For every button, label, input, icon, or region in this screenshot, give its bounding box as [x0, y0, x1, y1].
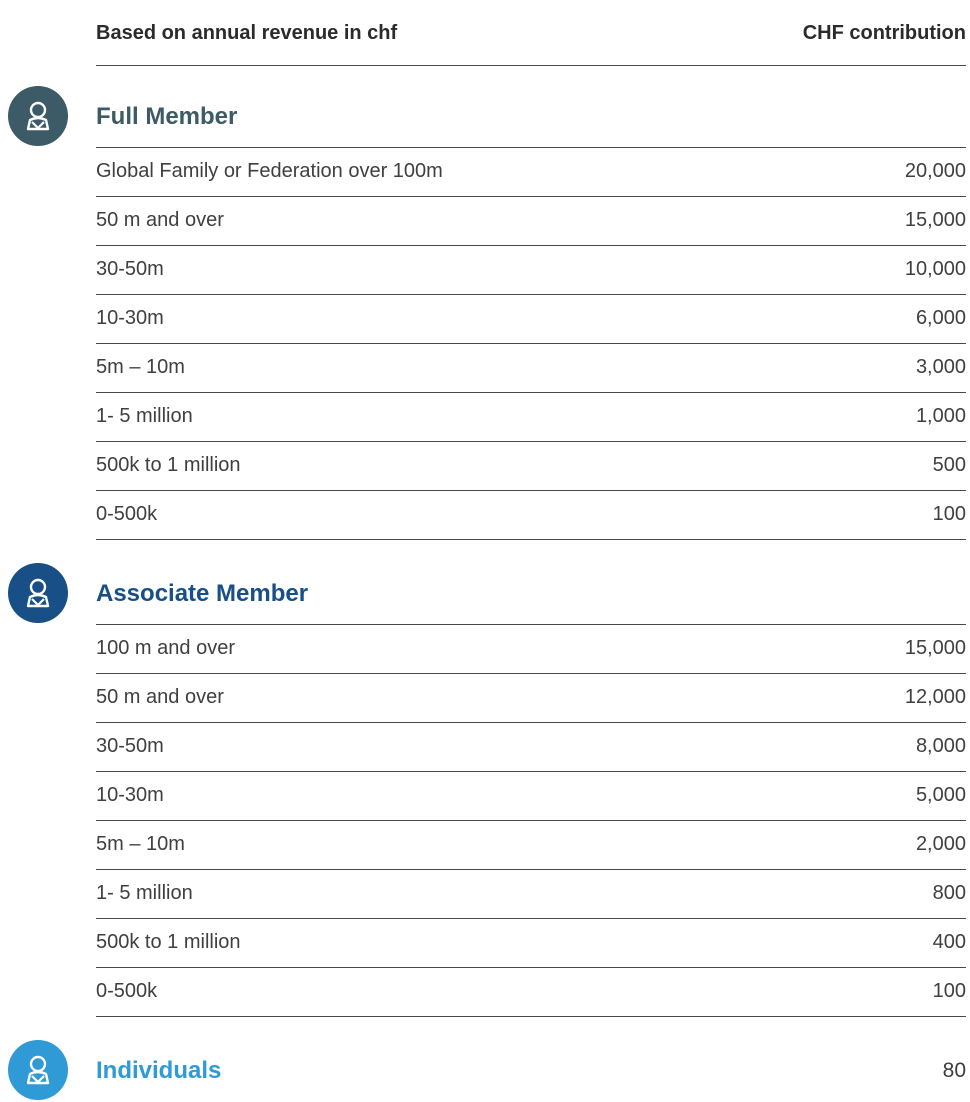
user-icon: [8, 86, 68, 146]
revenue-band: 10-30m: [96, 784, 164, 806]
individuals-section: Individuals 80: [0, 1040, 970, 1102]
contribution-amount: 15,000: [904, 209, 966, 231]
revenue-band: 500k to 1 million: [96, 931, 241, 953]
table-row: 0-500k 100: [96, 491, 966, 540]
table-row: 5m – 10m 3,000: [96, 344, 966, 393]
section-title: Individuals: [96, 1057, 222, 1084]
revenue-band: 0-500k: [96, 503, 158, 525]
table-row: 100 m and over 15,000: [96, 625, 966, 674]
table-row: 10-30m 6,000: [96, 295, 966, 344]
section-header: Associate Member: [0, 563, 970, 625]
revenue-band: 30-50m: [96, 258, 164, 280]
contribution-amount: 100: [932, 503, 966, 525]
revenue-column-header: Based on annual revenue in chf: [96, 22, 398, 44]
full-member-section: Full Member Global Family or Federation …: [0, 86, 970, 540]
associate-member-section: Associate Member 100 m and over 15,000 50 …: [0, 563, 970, 1017]
table-row: 50 m and over 15,000: [96, 197, 966, 246]
table-row: Global Family or Federation over 100m 20,…: [96, 148, 966, 197]
revenue-band: 5m – 10m: [96, 833, 185, 855]
table-row: 1- 5 million 1,000: [96, 393, 966, 442]
section-title: Associate Member: [96, 580, 309, 607]
contribution-amount: 10,000: [904, 258, 966, 280]
contribution-amount: 12,000: [904, 686, 966, 708]
contribution-amount: 400: [932, 931, 966, 953]
contribution-amount: 1,000: [915, 405, 966, 427]
revenue-band: 1- 5 million: [96, 405, 193, 427]
user-icon: [8, 563, 68, 623]
revenue-band: 30-50m: [96, 735, 164, 757]
table-row: 5m – 10m 2,000: [96, 821, 966, 870]
contribution-amount: 100: [932, 980, 966, 1002]
table-row: 0-500k 100: [96, 968, 966, 1017]
contribution-amount: 8,000: [915, 735, 966, 757]
contribution-amount: 2,000: [915, 833, 966, 855]
revenue-band: 100 m and over: [96, 637, 235, 659]
user-icon: [8, 1040, 68, 1100]
associate-member-rows: 100 m and over 15,000 50 m and over 12,000 3…: [96, 624, 966, 1017]
individuals-contribution: 80: [942, 1059, 966, 1082]
contribution-column-header: CHF contribution: [802, 22, 966, 44]
table-row: 1- 5 million 800: [96, 870, 966, 919]
revenue-band: 5m – 10m: [96, 356, 185, 378]
revenue-band: Global Family or Federation over 100m: [96, 160, 443, 182]
revenue-band: 50 m and over: [96, 686, 224, 708]
contribution-amount: 800: [932, 882, 966, 904]
contribution-amount: 6,000: [915, 307, 966, 329]
section-header: Individuals 80: [0, 1040, 970, 1102]
contribution-amount: 5,000: [915, 784, 966, 806]
table-row: 30-50m 10,000: [96, 246, 966, 295]
revenue-band: 50 m and over: [96, 209, 224, 231]
revenue-band: 0-500k: [96, 980, 158, 1002]
contribution-amount: 3,000: [915, 356, 966, 378]
full-member-rows: Global Family or Federation over 100m 20,…: [96, 147, 966, 540]
revenue-band: 1- 5 million: [96, 882, 193, 904]
table-header: Based on annual revenue in chf CHF contr…: [96, 0, 966, 66]
section-title: Full Member: [96, 103, 238, 130]
revenue-band: 500k to 1 million: [96, 454, 241, 476]
revenue-band: 10-30m: [96, 307, 164, 329]
table-row: 10-30m 5,000: [96, 772, 966, 821]
section-header: Full Member: [0, 86, 970, 148]
table-row: 500k to 1 million 500: [96, 442, 966, 491]
table-row: 50 m and over 12,000: [96, 674, 966, 723]
contribution-amount: 20,000: [904, 160, 966, 182]
contribution-amount: 500: [932, 454, 966, 476]
contribution-amount: 15,000: [904, 637, 966, 659]
table-row: 30-50m 8,000: [96, 723, 966, 772]
table-row: 500k to 1 million 400: [96, 919, 966, 968]
